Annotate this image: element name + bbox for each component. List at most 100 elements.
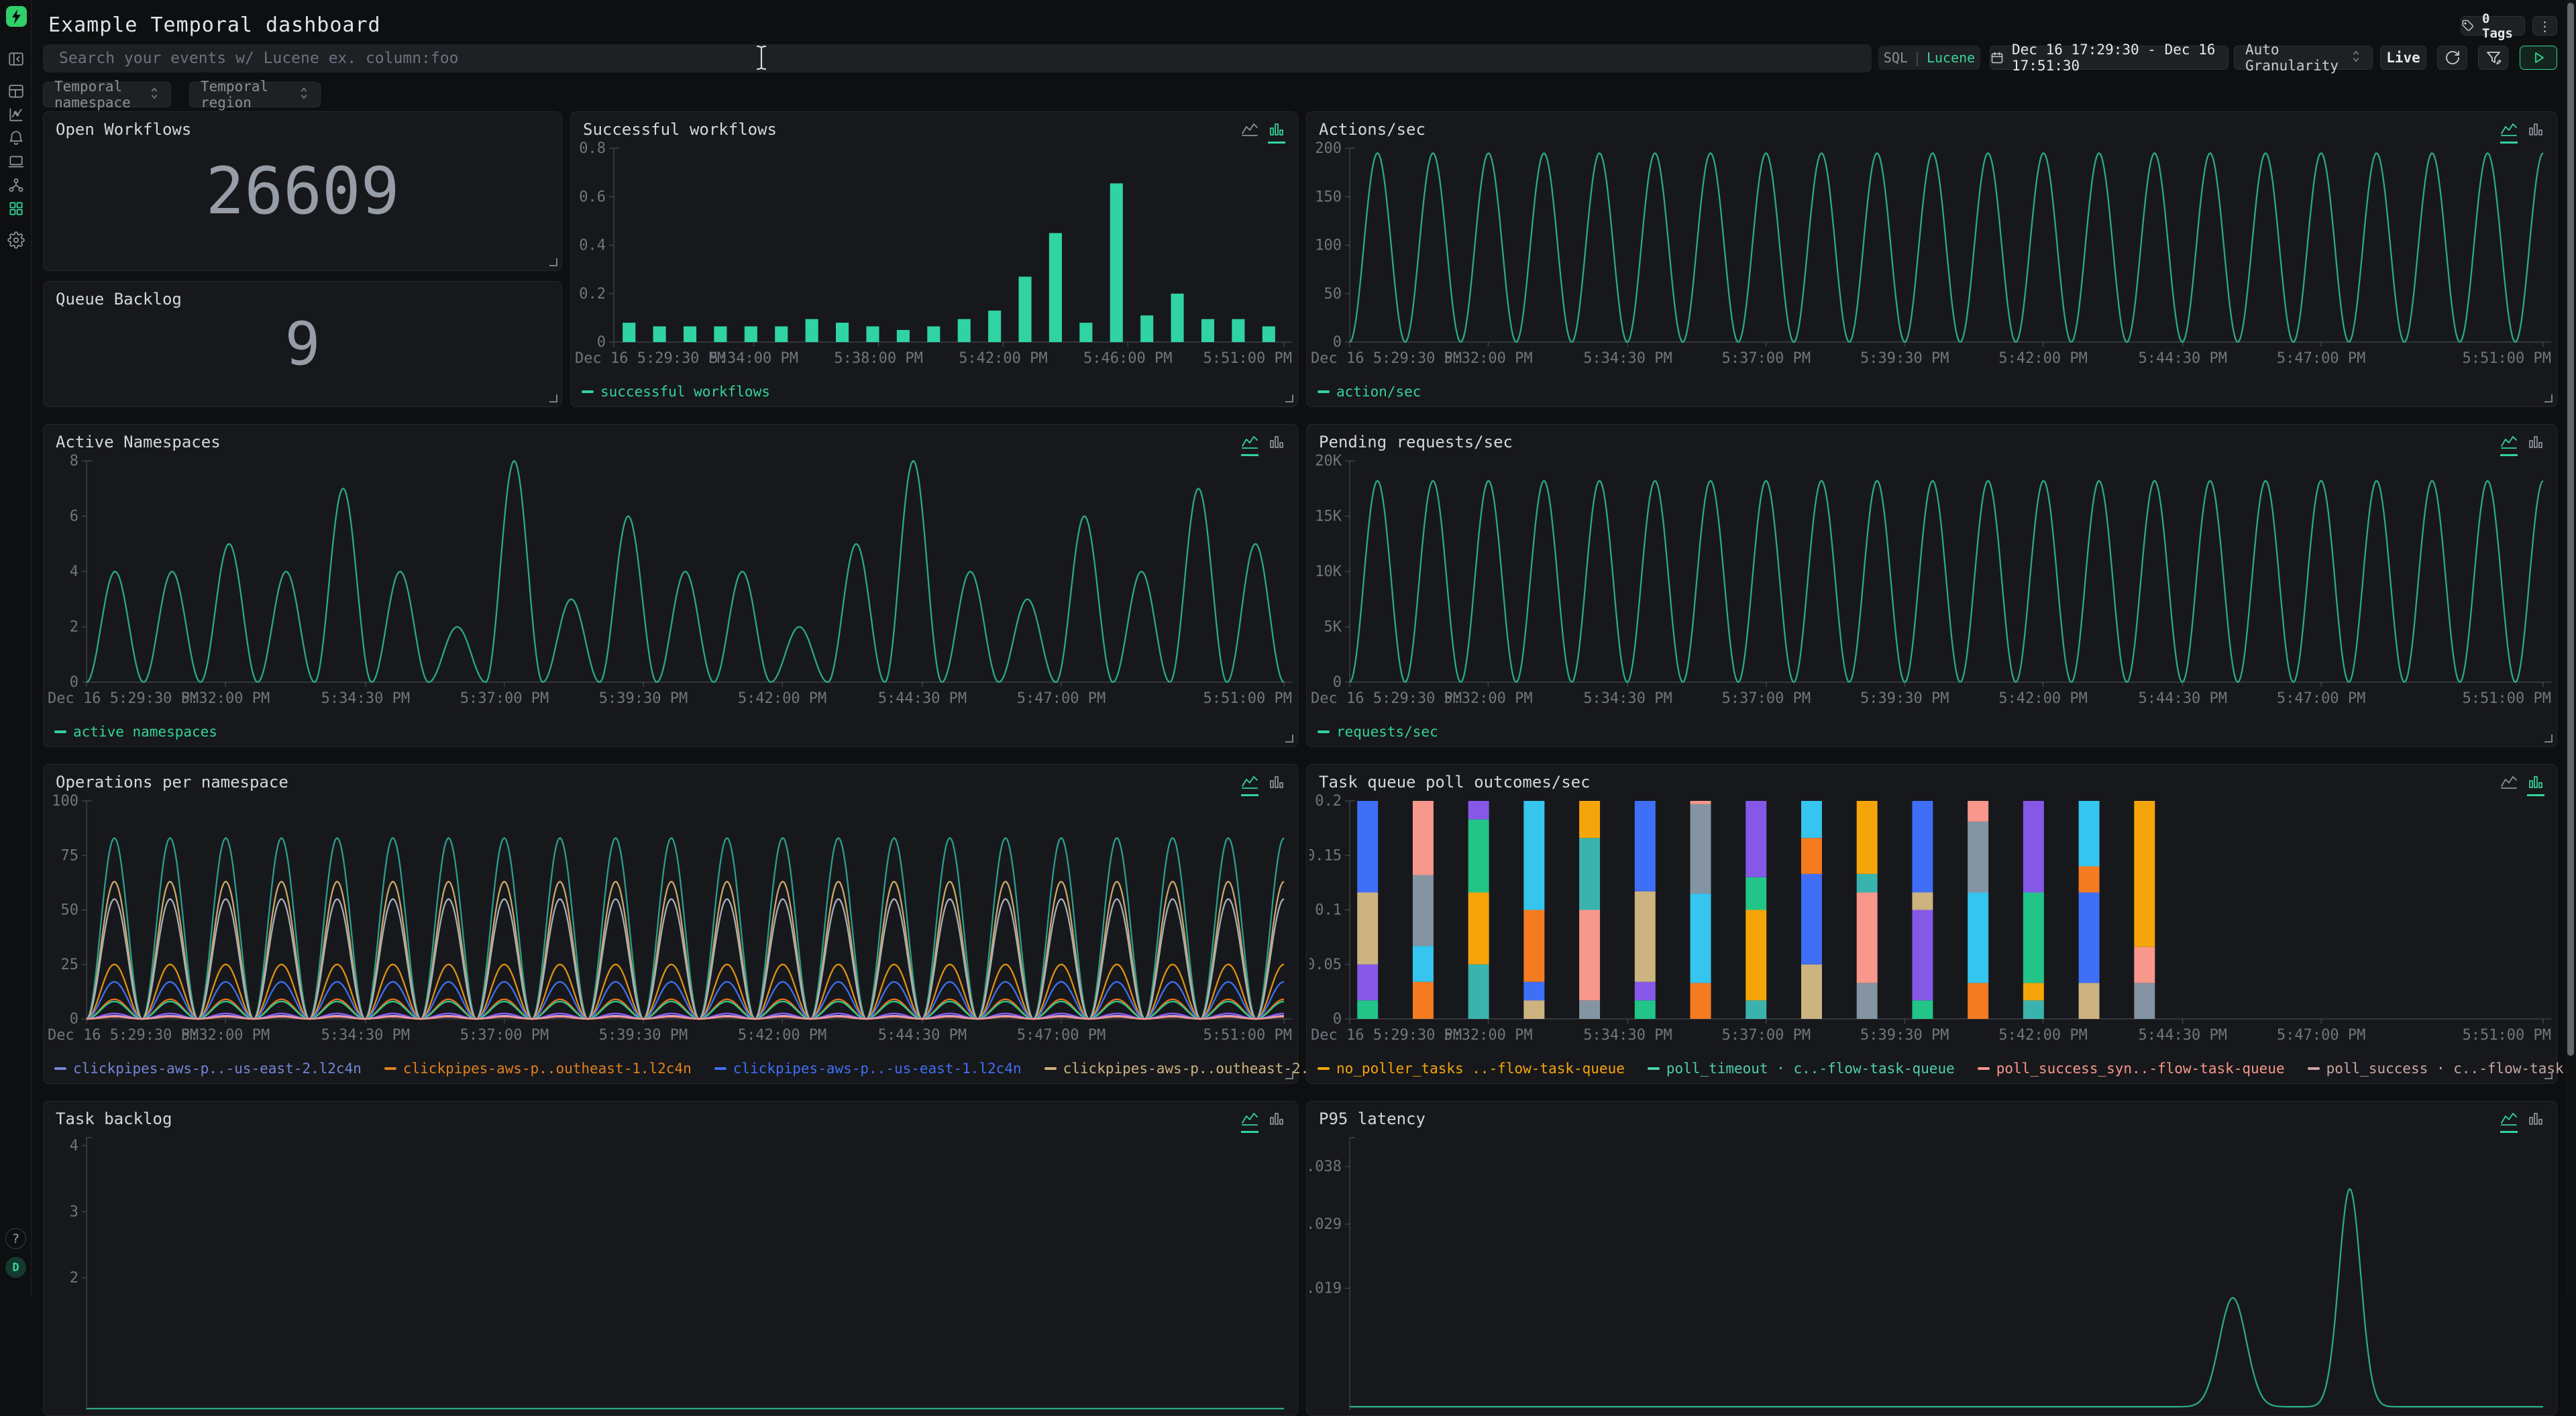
flow-graph-icon[interactable]	[7, 176, 25, 195]
chart-legend: action/sec	[1318, 384, 1421, 400]
svg-text:15K: 15K	[1315, 508, 1342, 525]
legend-item[interactable]: clickpipes-aws-p..outheast-2.l2c4n	[1044, 1060, 1352, 1077]
resize-handle[interactable]	[2544, 734, 2553, 743]
task-queue-poll-outcomes-chart[interactable]: 00.050.10.150.2Dec 16 5:29:30 PM5:32:00 …	[1309, 792, 2554, 1048]
svg-text:5:32:00 PM: 5:32:00 PM	[1444, 690, 1532, 707]
svg-text:8: 8	[70, 453, 78, 470]
filter-temporal-region[interactable]: Temporal region	[189, 82, 321, 107]
task-backlog-chart[interactable]: 234	[46, 1128, 1295, 1413]
scrollbar-thumb[interactable]	[2567, 3, 2574, 1056]
live-button[interactable]: Live	[2380, 46, 2426, 70]
resize-handle[interactable]	[1285, 1071, 1293, 1079]
svg-text:5:44:30 PM: 5:44:30 PM	[2139, 350, 2227, 367]
svg-text:2: 2	[70, 619, 78, 636]
sidebar: ? D	[0, 0, 32, 1297]
search-input[interactable]	[43, 44, 1872, 72]
pending-requests-chart[interactable]: 05K10K15K20KDec 16 5:29:30 PM5:32:00 PM5…	[1309, 451, 2554, 712]
legend-item[interactable]: poll_timeout · c..-flow-task-queue	[1648, 1060, 1955, 1077]
granularity-select[interactable]: Auto Granularity	[2234, 46, 2373, 70]
settings-gear-icon[interactable]	[7, 231, 25, 250]
svg-text:Dec 16 5:29:30 PM: Dec 16 5:29:30 PM	[575, 350, 726, 367]
resize-handle[interactable]	[2544, 1071, 2553, 1079]
dashboards-grid-icon[interactable]	[7, 199, 25, 218]
granularity-label: Auto Granularity	[2245, 42, 2343, 74]
svg-text:5:32:00 PM: 5:32:00 PM	[1444, 1027, 1532, 1044]
mode-lucene-label[interactable]: Lucene	[1927, 50, 1975, 66]
resize-handle[interactable]	[549, 394, 557, 402]
svg-text:10K: 10K	[1315, 563, 1342, 580]
svg-text:5K: 5K	[1324, 619, 1342, 636]
legend-item[interactable]: no_poller_tasks ..-flow-task-queue	[1318, 1060, 1625, 1077]
legend-swatch	[1318, 390, 1330, 393]
panel-operations-per-namespace: Operations per namespace 0255075100Dec 1…	[43, 764, 1298, 1084]
chevron-updown-icon	[149, 86, 160, 104]
chart-legend: active namespaces	[54, 724, 217, 740]
panel-pending-requests: Pending requests/sec 05K10K15K20KDec 16 …	[1306, 424, 2557, 747]
svg-text:5:47:00 PM: 5:47:00 PM	[1017, 1027, 1106, 1044]
resize-handle[interactable]	[2544, 394, 2553, 402]
svg-text:5:42:00 PM: 5:42:00 PM	[1998, 690, 2087, 707]
panel-title: Active Namespaces	[56, 433, 221, 451]
query-mode-toggle[interactable]: SQL | Lucene	[1878, 46, 1980, 70]
table-view-icon[interactable]	[7, 82, 25, 101]
panel-open-workflows: Open Workflows 26609	[43, 111, 562, 271]
kebab-menu-button[interactable]: ⋮	[2532, 16, 2557, 36]
active-namespaces-chart[interactable]: 02468Dec 16 5:29:30 PM5:32:00 PM5:34:30 …	[46, 451, 1295, 712]
svg-text:5:42:00 PM: 5:42:00 PM	[738, 690, 826, 707]
legend-item[interactable]: active namespaces	[54, 724, 217, 740]
panel-actions-per-sec: Actions/sec 050100150200Dec 16 5:29:30 P…	[1306, 111, 2557, 407]
operations-per-namespace-chart[interactable]: 0255075100Dec 16 5:29:30 PM5:32:00 PM5:3…	[46, 792, 1295, 1048]
svg-text:0.6: 0.6	[579, 188, 606, 205]
collapse-sidebar-icon[interactable]	[7, 50, 25, 68]
filter-temporal-namespace[interactable]: Temporal namespace	[43, 82, 171, 107]
resize-handle[interactable]	[549, 258, 557, 266]
run-query-button[interactable]	[2520, 46, 2557, 70]
svg-text:5:34:30 PM: 5:34:30 PM	[1583, 690, 1672, 707]
svg-text:0: 0	[597, 334, 606, 351]
time-range-button[interactable]: Dec 16 17:29:30 - Dec 16 17:51:30	[1990, 46, 2229, 70]
legend-swatch	[1318, 730, 1330, 733]
p95-latency-chart[interactable]: 0.0190.0290.038	[1309, 1128, 2554, 1413]
resize-handle[interactable]	[1285, 734, 1293, 743]
chart-legend: no_poller_tasks ..-flow-task-queue poll_t…	[1318, 1060, 2576, 1077]
legend-item[interactable]: poll_success_syn..-flow-task-queue	[1978, 1060, 2285, 1077]
svg-text:6: 6	[70, 508, 78, 525]
alerts-bell-icon[interactable]	[7, 129, 25, 148]
legend-item[interactable]: clickpipes-aws-p..-us-east-1.l2c4n	[714, 1060, 1022, 1077]
panel-task-backlog: Task backlog 234	[43, 1101, 1298, 1416]
filter-edit-button[interactable]	[2478, 46, 2508, 70]
resize-handle[interactable]	[1285, 394, 1293, 402]
legend-item[interactable]: clickpipes-aws-p..-us-east-2.l2c4n	[54, 1060, 362, 1077]
svg-text:5:34:30 PM: 5:34:30 PM	[1583, 1027, 1672, 1044]
svg-text:5:42:00 PM: 5:42:00 PM	[1998, 350, 2087, 367]
app-logo-icon[interactable]	[6, 6, 27, 27]
legend-item[interactable]: poll_success · c..-flow-task-queue	[2308, 1060, 2576, 1077]
chart-explorer-icon[interactable]	[7, 105, 25, 124]
help-button[interactable]: ?	[5, 1228, 26, 1249]
legend-item[interactable]: successful workflows	[582, 384, 770, 400]
successful-workflows-chart[interactable]: 00.20.40.60.8Dec 16 5:29:30 PM5:34:00 PM…	[574, 139, 1295, 372]
svg-text:0: 0	[1333, 674, 1342, 691]
chevron-updown-icon	[299, 86, 309, 104]
panel-task-queue-poll-outcomes: Task queue poll outcomes/sec 00.050.10.1…	[1306, 764, 2557, 1084]
svg-text:5:42:00 PM: 5:42:00 PM	[959, 350, 1047, 367]
legend-item[interactable]: clickpipes-aws-p..outheast-1.l2c4n	[384, 1060, 692, 1077]
svg-text:5:44:30 PM: 5:44:30 PM	[2139, 1027, 2227, 1044]
chart-legend: successful workflows	[582, 384, 770, 400]
refresh-button[interactable]	[2437, 46, 2467, 70]
svg-text:3: 3	[70, 1203, 78, 1220]
legend-item[interactable]: requests/sec	[1318, 724, 1438, 740]
tags-button[interactable]: 0 Tags	[2461, 16, 2525, 36]
filter-funnel-icon	[2485, 50, 2502, 66]
svg-text:0.4: 0.4	[579, 237, 606, 254]
svg-text:5:44:30 PM: 5:44:30 PM	[2139, 690, 2227, 707]
actions-per-sec-chart[interactable]: 050100150200Dec 16 5:29:30 PM5:32:00 PM5…	[1309, 139, 2554, 372]
legend-item[interactable]: action/sec	[1318, 384, 1421, 400]
avatar[interactable]: D	[5, 1257, 26, 1278]
legend-swatch	[2308, 1067, 2320, 1070]
mode-sql-label[interactable]: SQL	[1884, 50, 1908, 66]
svg-text:5:39:30 PM: 5:39:30 PM	[1860, 690, 1949, 707]
chart-legend: clickpipes-aws-p..-us-east-2.l2c4n clickp…	[54, 1060, 1442, 1077]
legend-swatch	[384, 1067, 396, 1070]
screen-icon[interactable]	[7, 152, 25, 171]
